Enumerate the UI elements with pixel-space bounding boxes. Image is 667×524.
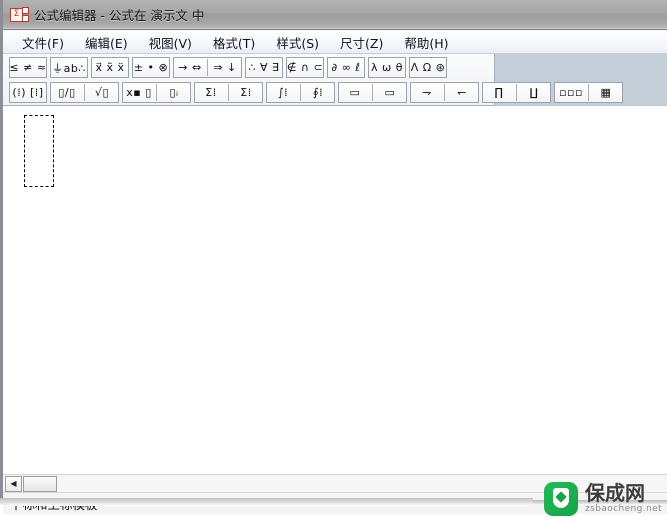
toolbar-group-misc: ∂ ∞ ℓ <box>327 57 365 78</box>
relation-symbols-button[interactable]: ≤ ≠ ≈ <box>9 58 46 77</box>
matrix-templates-button[interactable]: ▫▫▫ <box>555 83 587 102</box>
scroll-left-arrow-icon[interactable]: ◀ <box>5 475 22 492</box>
title-bar[interactable]: Σ 公式编辑器 - 公式在 演示文 中 <box>3 0 667 30</box>
toolbar-group-scripts: x▪ ▯ ▯ᵢ <box>122 82 191 103</box>
toolbar-separator <box>444 84 445 101</box>
subscript-superscript-templates-button[interactable]: x▪ ▯ <box>123 83 155 102</box>
toolbar-group-products: ∏ ∐ <box>482 82 551 103</box>
toolbar-group-greek-lower: λ ω θ <box>368 57 406 78</box>
application-root: Σ 公式编辑器 - 公式在 演示文 中 文件(F) 编辑(E) 视图(V) 格式… <box>0 0 667 524</box>
menu-edit[interactable]: 编辑(E) <box>78 31 135 54</box>
contour-integral-template-button[interactable]: ∮⁞ <box>302 83 334 102</box>
arrow-symbols-button[interactable]: → ⇔ <box>174 58 206 77</box>
window-bottom-rounded-frame <box>0 498 533 506</box>
arrow-symbols-2-button[interactable]: ⇒ ↓ <box>209 58 241 77</box>
toolbar-zone: ≤ ≠ ≈ ⏚ab∴ x⃗ x̃ ẍ ± • ⊗ → ⇔ ⇒ ↓ ∴ ∀ ∃ ∉… <box>3 54 667 106</box>
toolbar-group-fraction-radical: ▯/▯ √▯ <box>50 82 119 103</box>
menu-bar: 文件(F) 编辑(E) 视图(V) 格式(T) 样式(S) 尺寸(Z) 帮助(H… <box>3 31 667 54</box>
menu-size[interactable]: 尺寸(Z) <box>333 31 390 54</box>
greek-uppercase-button[interactable]: Λ Ω ⊛ <box>410 58 446 77</box>
toolbar-group-labeled-arrows: ⇁ ↽ <box>410 82 479 103</box>
toolbar-group-fences: (⁞) [⁞] <box>9 82 47 103</box>
empty-formula-slot[interactable] <box>24 115 54 187</box>
menu-help[interactable]: 帮助(H) <box>397 31 455 54</box>
toolbar-separator <box>588 84 589 101</box>
scrollbar-track[interactable] <box>57 476 667 492</box>
toolbar-separator <box>228 84 229 101</box>
toolbar-separator <box>207 59 208 76</box>
toolbar-group-integral: ∫⁞ ∮⁞ <box>266 82 335 103</box>
toolbar-separator <box>372 84 373 101</box>
menu-file[interactable]: 文件(F) <box>15 31 71 54</box>
toolbar-group-matrices: ▫▫▫ ▦ <box>554 82 623 103</box>
toolbar-separator <box>84 84 85 101</box>
window-title: 公式编辑器 - 公式在 演示文 中 <box>34 8 205 23</box>
toolbar-separator <box>300 84 301 101</box>
fence-templates-button[interactable]: (⁞) [⁞] <box>10 83 46 102</box>
overbrace-template-button[interactable]: ▭ <box>339 83 371 102</box>
underbrace-template-button[interactable]: ▭ <box>374 83 406 102</box>
horizontal-scrollbar[interactable]: ◀ <box>3 474 667 492</box>
underbar-overbar-templates-button[interactable]: ▯ᵢ <box>158 83 190 102</box>
menu-view[interactable]: 视图(V) <box>142 31 199 54</box>
radical-template-button[interactable]: √▯ <box>86 83 118 102</box>
toolbar-separator <box>516 84 517 101</box>
labeled-arrow-left-template-button[interactable]: ↽ <box>446 83 478 102</box>
logical-symbols-button[interactable]: ∴ ∀ ∃ <box>246 58 282 77</box>
operator-symbols-button[interactable]: ± • ⊗ <box>133 58 169 77</box>
matrix-grid-templates-button[interactable]: ▦ <box>590 83 622 102</box>
menu-format[interactable]: 格式(T) <box>206 31 262 54</box>
labeled-arrow-template-button[interactable]: ⇁ <box>411 83 443 102</box>
summation-template-button[interactable]: Σ⁞ <box>195 83 227 102</box>
embellishments-button[interactable]: x⃗ x̃ ẍ <box>92 58 128 77</box>
toolbar-group-relations: ≤ ≠ ≈ <box>9 57 47 78</box>
equation-edit-area[interactable] <box>3 106 667 474</box>
toolbar-separator <box>156 84 157 101</box>
symbol-palette-toolbar: ≤ ≠ ≈ ⏚ab∴ x⃗ x̃ ẍ ± • ⊗ → ⇔ ⇒ ↓ ∴ ∀ ∃ ∉… <box>3 55 450 80</box>
toolbar-panel: ≤ ≠ ≈ ⏚ab∴ x⃗ x̃ ẍ ± • ⊗ → ⇔ ⇒ ↓ ∴ ∀ ∃ ∉… <box>3 54 623 106</box>
toolbar-group-embellishments: x⃗ x̃ ẍ <box>91 57 129 78</box>
spaces-and-ellipses-button[interactable]: ⏚ab∴ <box>51 58 87 77</box>
toolbar-group-operators: ± • ⊗ <box>132 57 170 78</box>
equation-editor-icon: Σ <box>10 6 29 24</box>
set-theory-symbols-button[interactable]: ∉ ∩ ⊂ <box>287 58 323 77</box>
toolbar-group-set-theory: ∉ ∩ ⊂ <box>286 57 324 78</box>
scrollbar-thumb[interactable] <box>23 475 57 492</box>
fraction-template-button[interactable]: ▯/▯ <box>51 83 83 102</box>
template-palette-toolbar: (⁞) [⁞] ▯/▯ √▯ x▪ ▯ ▯ᵢ Σ⁞ Σ⁞ ∫⁞ ∮⁞ ▭ ▭ ⇁… <box>3 80 626 105</box>
toolbar-group-braces: ▭ ▭ <box>338 82 407 103</box>
toolbar-group-summation: Σ⁞ Σ⁞ <box>194 82 263 103</box>
coproduct-template-button[interactable]: ∐ <box>518 83 550 102</box>
toolbar-group-spaces: ⏚ab∴ <box>50 57 88 78</box>
toolbar-group-arrows: → ⇔ ⇒ ↓ <box>173 57 242 78</box>
menu-style[interactable]: 样式(S) <box>269 31 326 54</box>
equation-editor-window: Σ 公式编辑器 - 公式在 演示文 中 文件(F) 编辑(E) 视图(V) 格式… <box>0 0 667 514</box>
toolbar-group-greek-upper: Λ Ω ⊛ <box>409 57 447 78</box>
toolbar-group-logical: ∴ ∀ ∃ <box>245 57 283 78</box>
greek-lowercase-button[interactable]: λ ω θ <box>369 58 405 77</box>
summation-template-2-button[interactable]: Σ⁞ <box>230 83 262 102</box>
miscellaneous-symbols-button[interactable]: ∂ ∞ ℓ <box>328 58 364 77</box>
integral-template-button[interactable]: ∫⁞ <box>267 83 299 102</box>
product-template-button[interactable]: ∏ <box>483 83 515 102</box>
